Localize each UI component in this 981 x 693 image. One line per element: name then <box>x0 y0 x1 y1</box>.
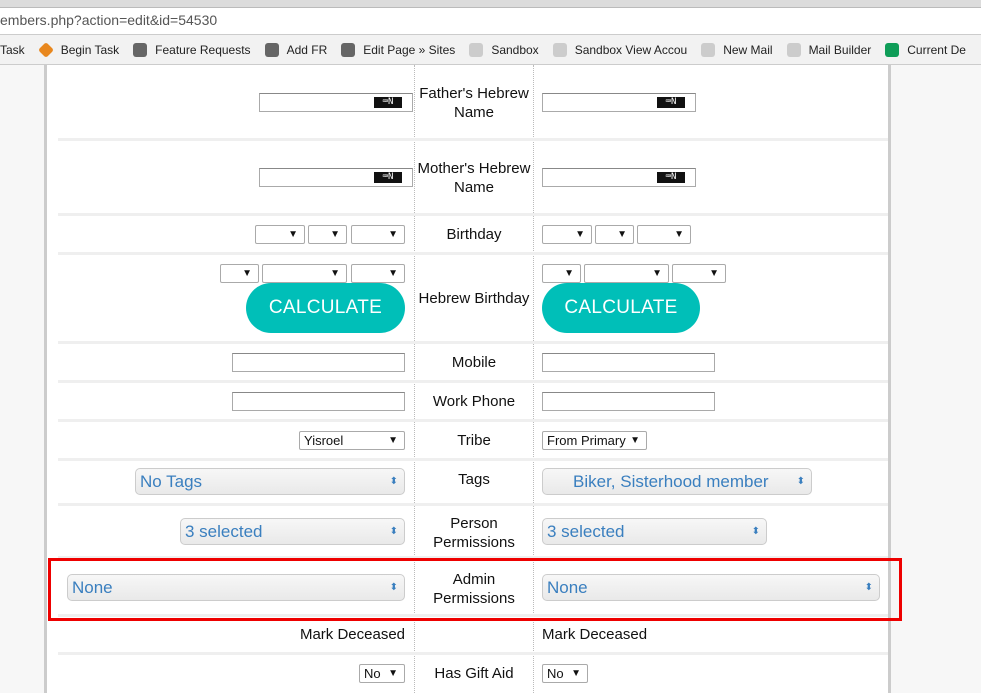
label-tags: Tags <box>458 470 490 488</box>
bookmark-task[interactable]: Task <box>0 43 25 57</box>
mark-deceased-right[interactable]: Mark Deceased <box>542 626 647 643</box>
gift-aid-select-left[interactable]: No <box>359 664 405 683</box>
label-birthday: Birthday <box>446 225 502 243</box>
row-divider <box>58 252 888 255</box>
birthday-month-select-left[interactable] <box>308 225 347 244</box>
cloud-icon <box>264 42 279 57</box>
hebrew-month-select-right[interactable] <box>584 264 669 283</box>
highlight-box <box>48 558 902 621</box>
sheets-icon <box>885 42 900 57</box>
hebrew-day-select-left[interactable] <box>220 264 259 283</box>
birthday-day-select-left[interactable] <box>255 225 305 244</box>
birthday-day-select-right[interactable] <box>542 225 592 244</box>
bookmark-label: Task <box>0 42 25 57</box>
bookmark-label: Add FR <box>286 42 328 57</box>
keyboard-icon[interactable]: ⌨N <box>374 172 402 183</box>
bookmark-label: Feature Requests <box>155 42 251 57</box>
bookmark-begin-task[interactable]: Begin Task <box>37 41 120 58</box>
person-permissions-select-right[interactable]: 3 selected <box>542 518 767 545</box>
mothers-hebrew-name-input-left[interactable]: ⌨N <box>259 168 413 187</box>
label-tribe: Tribe <box>457 431 491 449</box>
fathers-hebrew-name-input-left[interactable]: ⌨N <box>259 93 413 112</box>
tags-select-right[interactable]: Biker, Sisterhood member <box>542 468 812 495</box>
person-permissions-select-left[interactable]: 3 selected <box>180 518 405 545</box>
bookmark-label: Sandbox <box>491 42 539 57</box>
label-fathers-hebrew-name: Father's Hebrew Name <box>419 85 529 121</box>
keyboard-icon[interactable]: ⌨N <box>374 97 402 108</box>
bookmark-label: Sandbox View Accou <box>574 42 688 57</box>
bookmark-add-fr[interactable]: Add FR <box>264 42 328 57</box>
calculate-button-left[interactable]: CALCULATE <box>246 283 405 333</box>
bookmark-label: Begin Task <box>60 42 120 57</box>
tree-icon <box>786 42 801 57</box>
label-mobile: Mobile <box>451 353 497 371</box>
label-person-permissions: Person Permissions <box>433 515 515 551</box>
label-work-phone: Work Phone <box>432 392 516 410</box>
bookmark-label: New Mail <box>723 42 773 57</box>
row-divider <box>58 138 888 141</box>
mobile-input-right[interactable] <box>542 353 715 372</box>
label-hebrew-birthday: Hebrew Birthday <box>418 289 530 307</box>
label-has-gift-aid: Has Gift Aid <box>434 664 514 682</box>
bookmark-new-mail[interactable]: New Mail <box>701 42 773 57</box>
mark-deceased-left[interactable]: Mark Deceased <box>200 626 405 643</box>
keyboard-icon[interactable]: ⌨N <box>657 172 685 183</box>
row-divider <box>58 503 888 506</box>
bookmark-label: Edit Page » Sites <box>363 42 456 57</box>
bookmarks-bar: Task Begin Task Feature Requests Add FR … <box>0 35 981 65</box>
hebrew-day-select-right[interactable] <box>542 264 581 283</box>
bookmark-sandbox[interactable]: Sandbox <box>469 42 539 57</box>
cloud-icon <box>341 42 356 57</box>
tribe-select-right[interactable]: From Primary <box>542 431 647 450</box>
diamond-icon <box>37 41 54 58</box>
bookmark-edit-page[interactable]: Edit Page » Sites <box>341 42 456 57</box>
calculate-button-right[interactable]: CALCULATE <box>542 283 700 333</box>
hebrew-month-select-left[interactable] <box>262 264 347 283</box>
tree-icon <box>552 42 567 57</box>
tree-icon <box>469 42 484 57</box>
url-text: embers.php?action=edit&id=54530 <box>0 12 218 28</box>
bookmark-mail-builder[interactable]: Mail Builder <box>786 42 872 57</box>
fathers-hebrew-name-input-right[interactable]: ⌨N <box>542 93 696 112</box>
browser-tab-strip[interactable] <box>0 0 981 8</box>
mobile-input-left[interactable] <box>232 353 405 372</box>
keyboard-icon[interactable]: ⌨N <box>657 97 685 108</box>
tree-icon <box>701 42 716 57</box>
work-phone-input-right[interactable] <box>542 392 715 411</box>
mothers-hebrew-name-input-right[interactable]: ⌨N <box>542 168 696 187</box>
bookmark-label: Current De <box>907 42 966 57</box>
birthday-month-select-right[interactable] <box>595 225 634 244</box>
hebrew-year-select-right[interactable] <box>672 264 726 283</box>
tags-select-left[interactable]: No Tags <box>135 468 405 495</box>
bookmark-sandbox-view[interactable]: Sandbox View Accou <box>552 42 688 57</box>
gift-aid-select-right[interactable]: No <box>542 664 588 683</box>
tribe-select-left[interactable]: Yisroel <box>299 431 405 450</box>
hebrew-year-select-left[interactable] <box>351 264 405 283</box>
address-bar[interactable]: embers.php?action=edit&id=54530 <box>0 8 981 35</box>
label-mothers-hebrew-name: Mother's Hebrew Name <box>417 160 531 196</box>
birthday-year-select-right[interactable] <box>637 225 691 244</box>
cloud-icon <box>133 42 148 57</box>
bookmark-label: Mail Builder <box>808 42 872 57</box>
work-phone-input-left[interactable] <box>232 392 405 411</box>
bookmark-current[interactable]: Current De <box>885 42 966 57</box>
birthday-year-select-left[interactable] <box>351 225 405 244</box>
bookmark-feature-requests[interactable]: Feature Requests <box>133 42 251 57</box>
